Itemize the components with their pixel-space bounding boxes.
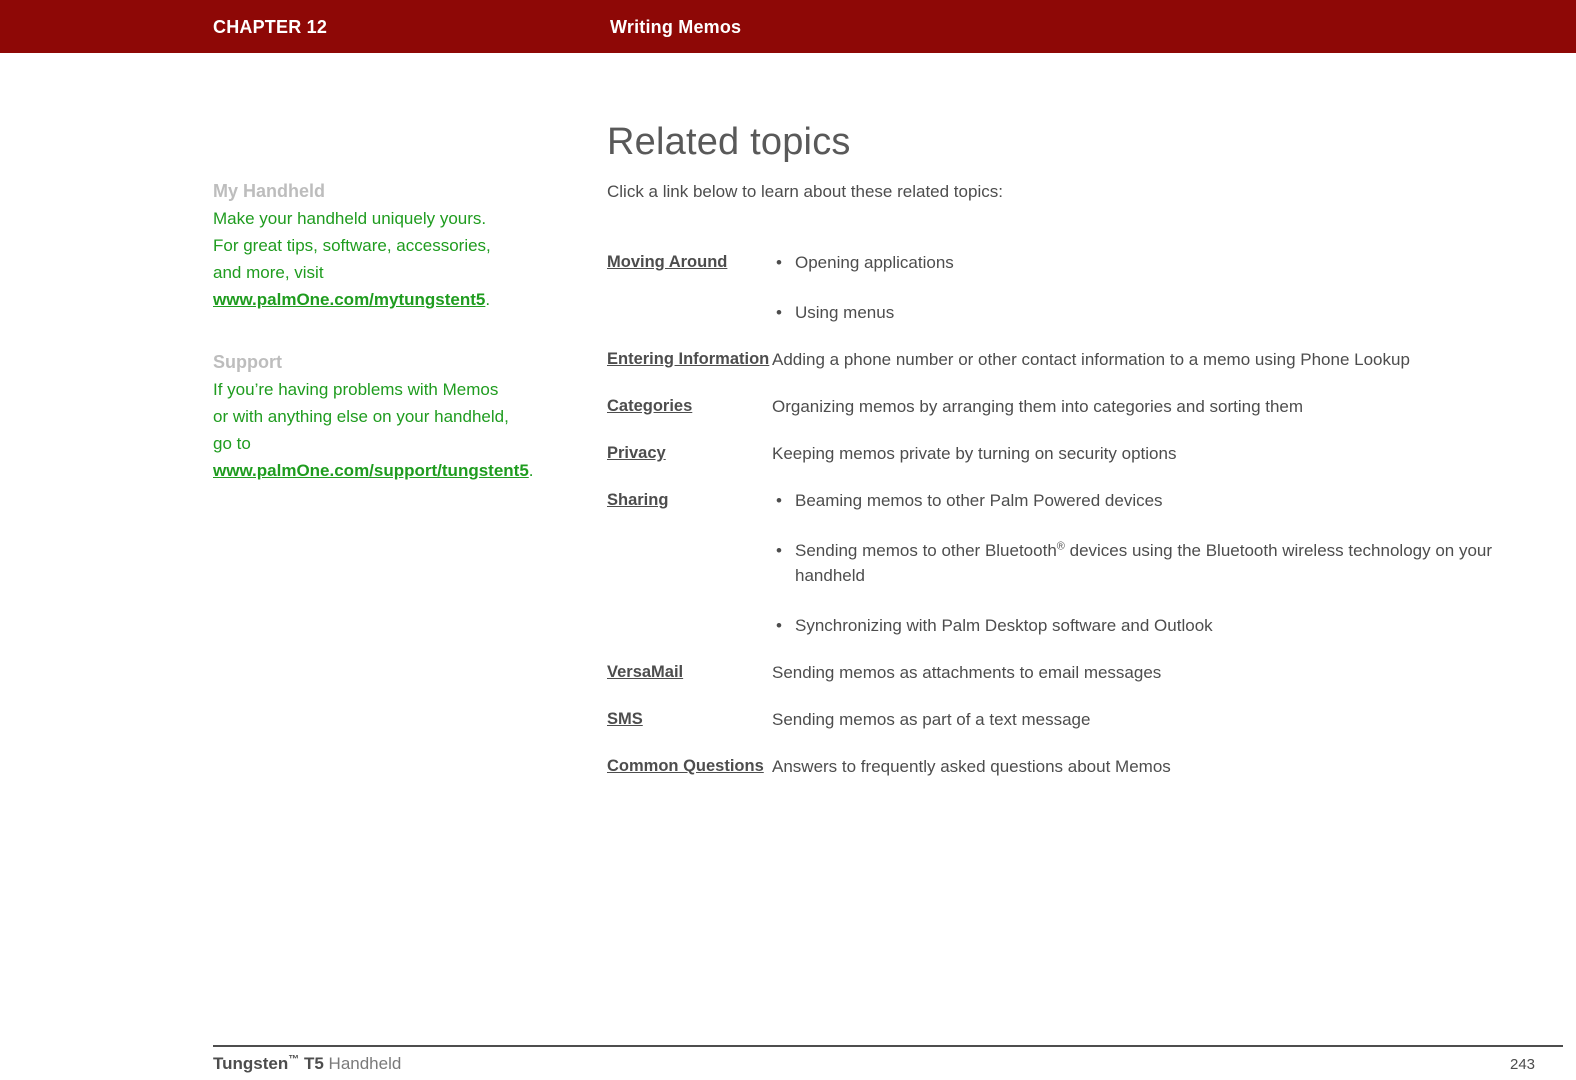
sidebar-link-support-tungstent5[interactable]: www.palmOne.com/support/tungstent5 xyxy=(213,461,529,480)
topic-desc-cell: Sending memos as attachments to email me… xyxy=(772,660,1537,707)
footer-product-suffix: Handheld xyxy=(323,1054,402,1073)
bullet-icon: • xyxy=(776,616,782,635)
topic-link-moving-around[interactable]: Moving Around xyxy=(607,253,727,271)
topic-link-categories[interactable]: Categories xyxy=(607,397,692,415)
footer-product-bold: Tungsten xyxy=(213,1054,289,1073)
page-title: Related topics xyxy=(607,121,851,163)
topic-description: Sending memos as attachments to email me… xyxy=(772,663,1162,682)
bullet-icon: • xyxy=(776,491,782,510)
table-row: Entering Information Adding a phone numb… xyxy=(607,347,1537,394)
topic-link-cell: Sharing xyxy=(607,488,772,660)
bullet-list: • Beaming memos to other Palm Powered dev… xyxy=(772,488,1537,638)
sidebar-body-support: If you’re having problems with Memos or … xyxy=(213,376,534,484)
table-row: SMS Sending memos as part of a text mess… xyxy=(607,707,1537,754)
sidebar-block-my-handheld: My Handheld Make your handheld uniquely … xyxy=(213,178,513,313)
topic-description: Sending memos as part of a text message xyxy=(772,710,1091,729)
topic-link-cell: Common Questions xyxy=(607,754,772,801)
table-row: VersaMail Sending memos as attachments t… xyxy=(607,660,1537,707)
topic-link-cell: Entering Information xyxy=(607,347,772,394)
topic-link-common-questions[interactable]: Common Questions xyxy=(607,757,764,775)
topic-desc-cell: Answers to frequently asked questions ab… xyxy=(772,754,1537,801)
topic-desc-cell: Adding a phone number or other contact i… xyxy=(772,347,1537,394)
topic-description: Organizing memos by arranging them into … xyxy=(772,397,1304,416)
topic-link-versamail[interactable]: VersaMail xyxy=(607,663,683,681)
sidebar-body-my-handheld: Make your handheld uniquely yours. For g… xyxy=(213,205,513,313)
list-item-label: Using menus xyxy=(795,303,895,322)
intro-text: Click a link below to learn about these … xyxy=(607,182,1003,201)
list-item: • Synchronizing with Palm Desktop softwar… xyxy=(772,613,1537,638)
topic-link-cell: Privacy xyxy=(607,441,772,488)
trademark-icon: ™ xyxy=(288,1053,300,1066)
topic-desc-cell: Keeping memos private by turning on secu… xyxy=(772,441,1537,488)
topic-link-cell: Categories xyxy=(607,394,772,441)
list-item: • Opening applications xyxy=(772,250,1537,275)
list-item-label: Opening applications xyxy=(795,253,954,272)
sidebar-body-trailing: . xyxy=(485,290,491,309)
footer-divider xyxy=(213,1045,1563,1047)
sidebar-block-support: Support If you’re having problems with M… xyxy=(213,349,534,484)
sidebar-heading-my-handheld: My Handheld xyxy=(213,181,326,201)
list-item-label: Beaming memos to other Palm Powered devi… xyxy=(795,491,1163,510)
topic-link-cell: VersaMail xyxy=(607,660,772,707)
sidebar-body-trailing: . xyxy=(528,461,534,480)
topic-description: Keeping memos private by turning on secu… xyxy=(772,444,1177,463)
footer-product-model: T5 xyxy=(303,1054,324,1073)
footer-product-name: Tungsten™ T5 Handheld xyxy=(213,1054,401,1074)
topic-link-entering-information[interactable]: Entering Information xyxy=(607,350,769,368)
related-topics-table: Moving Around • Opening applications • Usi… xyxy=(607,250,1537,801)
chapter-header-bar: CHAPTER 12 Writing Memos xyxy=(0,0,1576,53)
topic-description: Answers to frequently asked questions ab… xyxy=(772,757,1171,776)
topic-desc-cell: Sending memos as part of a text message xyxy=(772,707,1537,754)
bullet-list: • Opening applications • Using menus xyxy=(772,250,1537,325)
topic-link-cell: Moving Around xyxy=(607,250,772,347)
sidebar-tips: My Handheld Make your handheld uniquely … xyxy=(213,178,534,520)
chapter-number-label: CHAPTER 12 xyxy=(213,17,328,37)
bullet-icon: • xyxy=(776,253,782,272)
main-content-header: Related topics Click a link below to lea… xyxy=(607,118,1537,204)
sidebar-link-mytungstent5[interactable]: www.palmOne.com/mytungstent5 xyxy=(213,290,485,309)
topic-link-privacy[interactable]: Privacy xyxy=(607,444,666,462)
list-item-label: Synchronizing with Palm Desktop software… xyxy=(795,616,1213,635)
list-item: • Sending memos to other Bluetooth® devic… xyxy=(772,538,1537,588)
topic-link-sms[interactable]: SMS xyxy=(607,710,643,728)
topic-link-cell: SMS xyxy=(607,707,772,754)
topic-desc-cell: • Beaming memos to other Palm Powered dev… xyxy=(772,488,1537,660)
topic-description: Adding a phone number or other contact i… xyxy=(772,350,1410,369)
list-item: • Using menus xyxy=(772,300,1537,325)
topic-link-sharing[interactable]: Sharing xyxy=(607,491,668,509)
page-number: 243 xyxy=(1510,1056,1536,1073)
table-row: Sharing • Beaming memos to other Palm Pow… xyxy=(607,488,1537,660)
sidebar-body-text: If you’re having problems with Memos or … xyxy=(213,380,509,453)
list-item-label: Sending memos to other Bluetooth® device… xyxy=(795,540,1493,585)
chapter-title-label: Writing Memos xyxy=(610,17,742,37)
sidebar-heading-support: Support xyxy=(213,352,282,372)
bullet-icon: • xyxy=(776,303,782,322)
bullet-icon: • xyxy=(776,541,782,560)
table-row: Moving Around • Opening applications • Usi… xyxy=(607,250,1537,347)
list-item: • Beaming memos to other Palm Powered dev… xyxy=(772,488,1537,513)
table-row: Common Questions Answers to frequently a… xyxy=(607,754,1537,801)
table-row: Categories Organizing memos by arranging… xyxy=(607,394,1537,441)
topic-desc-cell: • Opening applications • Using menus xyxy=(772,250,1537,347)
topic-desc-cell: Organizing memos by arranging them into … xyxy=(772,394,1537,441)
table-row: Privacy Keeping memos private by turning… xyxy=(607,441,1537,488)
sidebar-body-text: Make your handheld uniquely yours. For g… xyxy=(213,209,491,282)
